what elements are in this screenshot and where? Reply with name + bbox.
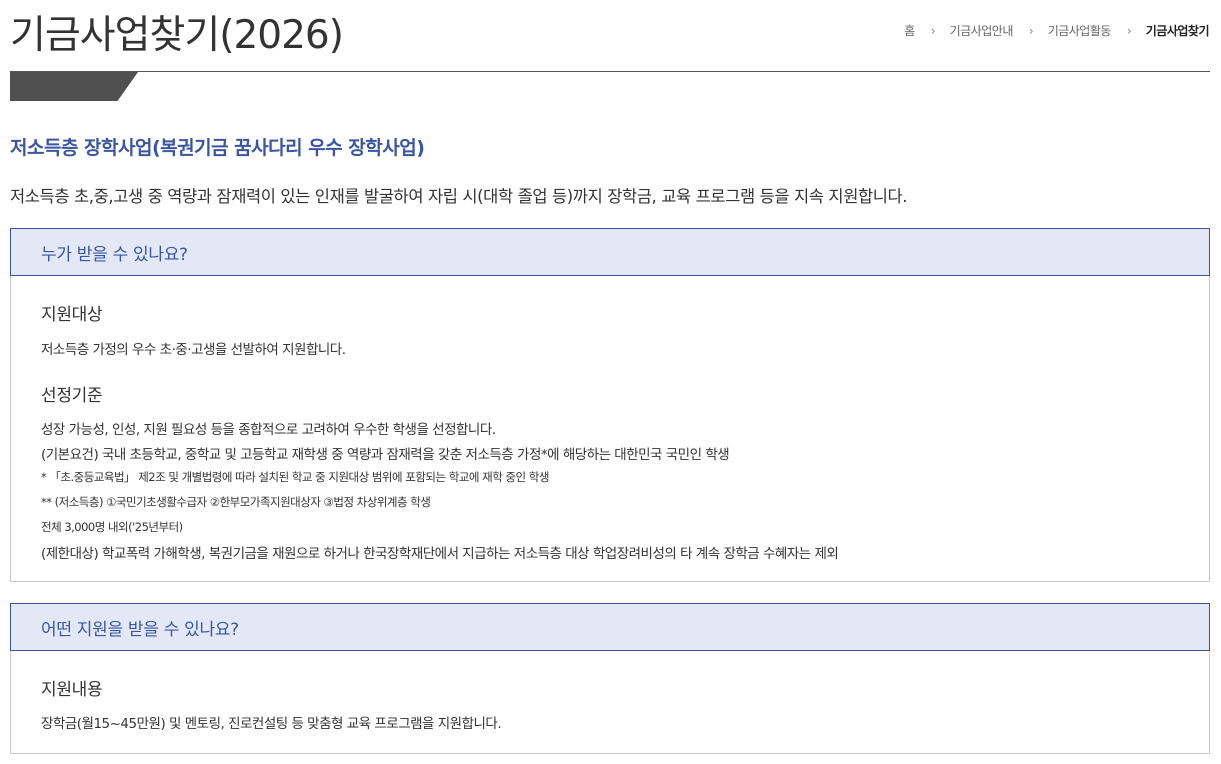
program-description: 저소득층 초,중,고생 중 역량과 잠재력이 있는 인재를 발굴하여 자립 시(…	[10, 187, 908, 206]
breadcrumb: 홈 › 기금사업안내 › 기금사업활동 › 기금사업찾기	[904, 22, 1209, 39]
program-title: 저소득층 장학사업(복권기금 꿈사다리 우수 장학사업)	[10, 137, 425, 159]
title-divider	[10, 71, 1210, 72]
block-text-line: 성장 가능성, 인성, 지원 필요성 등을 종합적으로 고려하여 우수한 학생을…	[41, 422, 496, 438]
block-title-criteria: 선정기준	[41, 386, 103, 406]
section-heading: 누가 받을 수 있나요?	[41, 244, 188, 265]
benefits-section-header: 어떤 지원을 받을 수 있나요?	[10, 603, 1210, 651]
block-text-line: (기본요건) 국내 초등학교, 중학교 및 고등학교 재학생 중 역량과 잠재력…	[41, 447, 730, 463]
eligibility-section: 누가 받을 수 있나요? 지원대상 저소득층 가정의 우수 초·중·고생을 선발…	[10, 228, 1210, 582]
breadcrumb-current[interactable]: 기금사업찾기	[1146, 22, 1210, 39]
title-tab-decoration	[10, 72, 138, 101]
chevron-right-icon: ›	[930, 23, 936, 38]
block-note-line: * 「초.중등교육법」 제2조 및 개별법령에 따라 설치된 학교 중 지원대상…	[41, 470, 549, 484]
page-title: 기금사업찾기(2026)	[10, 13, 344, 58]
chevron-right-icon: ›	[1028, 23, 1034, 38]
block-title-support: 지원내용	[41, 680, 103, 700]
eligibility-section-header: 누가 받을 수 있나요?	[10, 228, 1210, 276]
block-title-target: 지원대상	[41, 305, 103, 325]
breadcrumb-fund-guide[interactable]: 기금사업안내	[950, 22, 1014, 39]
block-note-line: 전체 3,000명 내외('25년부터)	[41, 520, 183, 534]
block-text-line: 장학금(월15~45만원) 및 멘토링, 진로컨설팅 등 맞춤형 교육 프로그램…	[41, 716, 502, 732]
section-heading: 어떤 지원을 받을 수 있나요?	[41, 619, 239, 640]
block-text-line: 저소득층 가정의 우수 초·중·고생을 선발하여 지원합니다.	[41, 342, 346, 358]
benefits-section: 어떤 지원을 받을 수 있나요? 지원내용 장학금(월15~45만원) 및 멘토…	[10, 603, 1210, 754]
block-note-line: ** (저소득층) ①국민기초생활수급자 ②한부모가족지원대상자 ③법정 차상위…	[41, 495, 431, 509]
breadcrumb-home[interactable]: 홈	[904, 22, 915, 39]
chevron-right-icon: ›	[1126, 23, 1132, 38]
block-text-line: (제한대상) 학교폭력 가해학생, 복권기금을 재원으로 하거나 한국장학재단에…	[41, 546, 839, 562]
breadcrumb-fund-activity[interactable]: 기금사업활동	[1048, 22, 1112, 39]
